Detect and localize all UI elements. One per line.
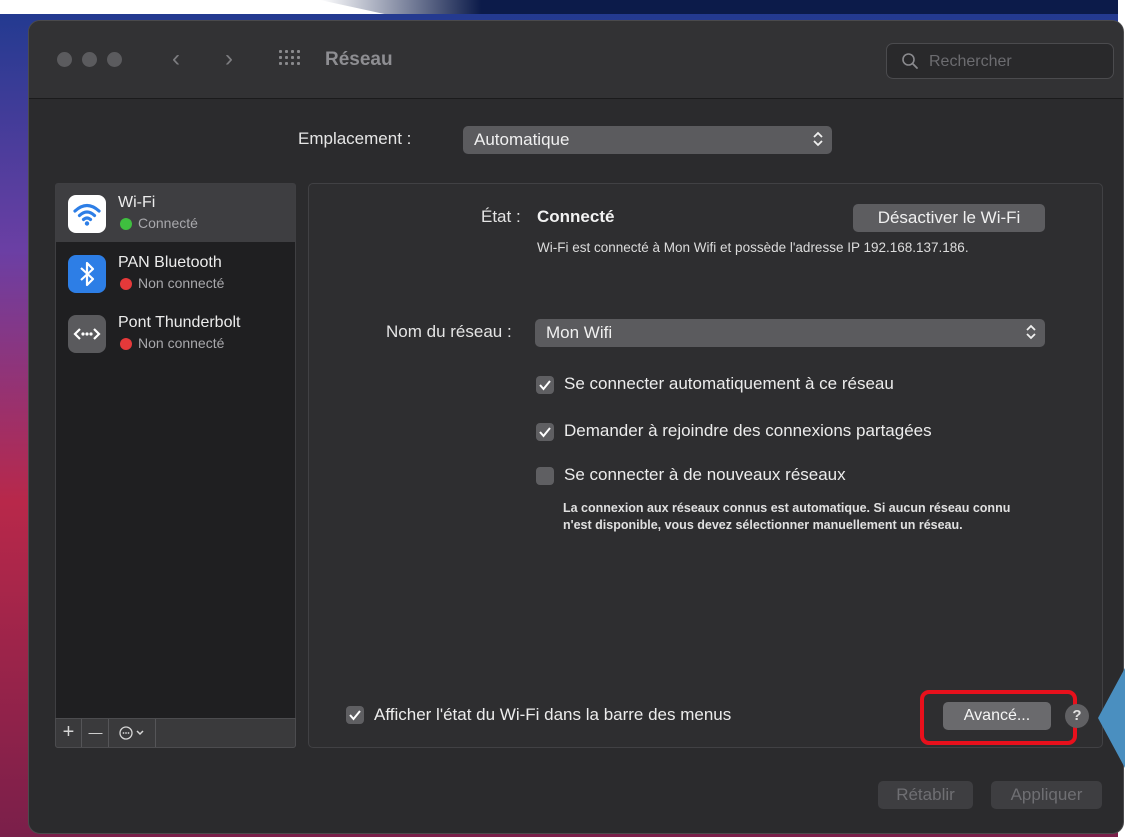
ask-join-hotspots-checkbox[interactable] — [536, 423, 554, 441]
status-description: Wi-Fi est connecté à Mon Wifi et possède… — [537, 240, 969, 255]
minimize-window-button[interactable] — [82, 52, 97, 67]
join-networks-note: La connexion aux réseaux connus est auto… — [563, 501, 1011, 532]
ask-join-new-networks-label: Se connecter à de nouveaux réseaux — [564, 465, 846, 484]
help-button[interactable]: ? — [1065, 704, 1089, 728]
zoom-window-button[interactable] — [107, 52, 122, 67]
thunderbolt-bridge-icon — [68, 315, 106, 353]
show-all-grid-icon[interactable] — [279, 50, 301, 66]
auto-join-label: Se connecter automatiquement à ce réseau — [564, 374, 894, 393]
location-select[interactable]: Automatique — [463, 126, 832, 154]
wifi-icon — [68, 195, 106, 233]
ellipsis-circle-chevron-icon — [119, 726, 144, 740]
sidebar-item-name: Pont Thunderbolt — [118, 314, 241, 331]
forward-arrow-icon[interactable]: › — [225, 45, 233, 73]
status-dot-green-icon — [120, 218, 132, 230]
updown-chevron-icon — [813, 131, 823, 147]
ask-join-hotspots-label: Demander à rejoindre des connexions part… — [564, 421, 932, 440]
checkmark-icon — [539, 427, 551, 438]
network-name-label: Nom du réseau : — [386, 322, 512, 341]
sidebar-item-pan-bluetooth[interactable]: PAN Bluetooth Non connecté — [56, 244, 295, 302]
sidebar-item-wifi[interactable]: Wi-Fi Connecté — [56, 184, 295, 242]
sidebar-item-status: Non connecté — [138, 335, 225, 351]
updown-chevron-icon — [1026, 324, 1036, 340]
close-window-button[interactable] — [57, 52, 72, 67]
search-icon — [902, 53, 918, 69]
service-action-menu[interactable] — [110, 719, 156, 747]
show-wifi-in-menubar-label: Afficher l'état du Wi-Fi dans la barre d… — [374, 705, 732, 724]
network-service-list[interactable]: Wi-Fi Connecté PAN Bluetooth Non connect… — [55, 183, 296, 748]
sidebar-item-status: Non connecté — [138, 275, 225, 291]
location-value: Automatique — [474, 130, 570, 149]
search-input[interactable]: Rechercher — [886, 43, 1114, 79]
status-dot-red-icon — [120, 338, 132, 350]
titlebar: ‹ › Réseau Rechercher — [29, 21, 1123, 99]
ask-join-new-networks-checkbox[interactable] — [536, 467, 554, 485]
status-label: État : — [481, 207, 521, 226]
sidebar-item-thunderbolt-bridge[interactable]: Pont Thunderbolt Non connecté — [56, 304, 295, 362]
apply-button[interactable]: Appliquer — [991, 781, 1102, 809]
auto-join-checkbox[interactable] — [536, 376, 554, 394]
checkmark-icon — [539, 380, 551, 391]
sidebar-item-name: PAN Bluetooth — [118, 254, 222, 271]
back-arrow-icon[interactable]: ‹ — [172, 45, 180, 73]
add-service-button[interactable]: + — [56, 719, 82, 747]
status-value: Connecté — [537, 207, 615, 226]
network-name-select[interactable]: Mon Wifi — [535, 319, 1045, 347]
disable-wifi-button[interactable]: Désactiver le Wi-Fi — [853, 204, 1045, 232]
search-placeholder: Rechercher — [929, 53, 1012, 70]
remove-service-button[interactable]: — — [83, 719, 109, 747]
network-name-value: Mon Wifi — [546, 323, 613, 342]
show-wifi-in-menubar-checkbox[interactable] — [346, 706, 364, 724]
bluetooth-icon — [68, 255, 106, 293]
status-dot-red-icon — [120, 278, 132, 290]
sidebar-item-status: Connecté — [138, 215, 198, 231]
highlight-annotation-box — [920, 690, 1077, 745]
desktop-wallpaper-corner — [320, 0, 1125, 14]
window-title: Réseau — [325, 49, 393, 70]
sidebar-item-name: Wi-Fi — [118, 194, 156, 211]
revert-button[interactable]: Rétablir — [878, 781, 973, 809]
location-label: Emplacement : — [298, 129, 412, 148]
service-list-toolbar: + — — [55, 718, 296, 748]
checkmark-icon — [349, 710, 361, 721]
